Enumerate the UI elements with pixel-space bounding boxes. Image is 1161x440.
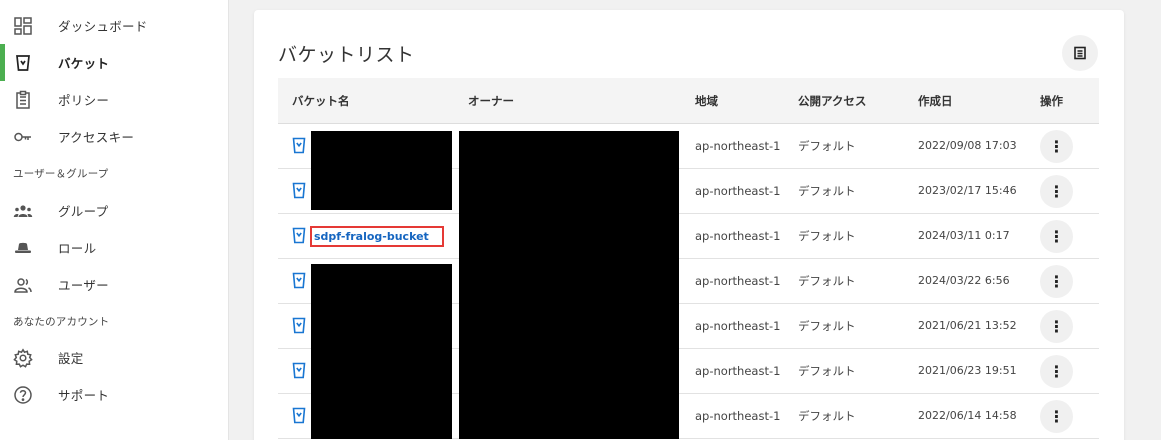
sidebar-item-label: グループ (58, 204, 109, 219)
column-header-owner[interactable]: オーナー (468, 78, 514, 124)
created-date-cell: 2024/03/22 6:56 (918, 274, 1010, 287)
row-actions-button[interactable]: ⋮ (1040, 355, 1073, 388)
sidebar-item-label: ユーザー (58, 278, 109, 293)
section-label-users: ユーザー＆グループ (13, 168, 109, 180)
sidebar-item-label: ロール (58, 241, 97, 256)
sidebar-item-label: ポリシー (58, 93, 110, 108)
bucket-icon (292, 317, 306, 334)
sidebar-item-policy[interactable]: ポリシー (0, 81, 229, 118)
dashboard-icon (12, 15, 34, 37)
region-cell: ap-northeast-1 (695, 139, 781, 153)
region-cell: ap-northeast-1 (695, 184, 781, 198)
column-header-bucket-name[interactable]: バケット名 (292, 78, 350, 124)
sidebar-item-support[interactable]: サポート (0, 376, 229, 413)
row-actions-button[interactable]: ⋮ (1040, 175, 1073, 208)
redacted-area (459, 131, 679, 439)
column-header-actions: 操作 (1040, 94, 1063, 108)
bucket-icon (292, 362, 306, 379)
more-vertical-icon: ⋮ (1048, 181, 1065, 201)
key-icon (12, 126, 34, 148)
created-date-cell: 2021/06/23 19:51 (918, 364, 1017, 377)
bucket-icon (292, 137, 306, 154)
column-toggle-button[interactable] (1062, 35, 1098, 71)
policy-icon (12, 89, 34, 111)
section-label-account: あなたのアカウント (13, 316, 110, 328)
help-icon (12, 384, 34, 406)
role-icon (12, 237, 34, 259)
created-date-cell: 2022/06/14 14:58 (918, 409, 1017, 422)
sidebar: ダッシュボード バケット ポリシー アクセスキー ユーザー＆グループ グループ … (0, 0, 229, 440)
more-vertical-icon: ⋮ (1048, 361, 1065, 381)
gear-icon (12, 347, 34, 369)
row-actions-button[interactable]: ⋮ (1040, 220, 1073, 253)
row-actions-button[interactable]: ⋮ (1040, 400, 1073, 433)
more-vertical-icon: ⋮ (1048, 271, 1065, 291)
sidebar-item-label: ダッシュボード (58, 19, 148, 34)
created-date-cell: 2021/06/21 13:52 (918, 319, 1017, 332)
table-row[interactable]: sdpf-fralog-bucket ap-northeast-1 デフォルト 202… (278, 214, 1099, 259)
sidebar-item-user[interactable]: ユーザー (0, 266, 229, 303)
redacted-area (311, 264, 452, 439)
sidebar-item-role[interactable]: ロール (0, 229, 229, 266)
sidebar-item-label: サポート (58, 388, 110, 403)
bucket-icon (12, 52, 34, 74)
region-cell: ap-northeast-1 (695, 319, 781, 333)
public-access-cell: デフォルト (798, 319, 856, 333)
sidebar-item-access-key[interactable]: アクセスキー (0, 118, 229, 155)
bucket-list-card: バケットリスト バケット名 オーナー 地域 公開アクセス 作成日 操作 ap-n… (254, 10, 1124, 440)
row-actions-button[interactable]: ⋮ (1040, 310, 1073, 343)
sidebar-item-dashboard[interactable]: ダッシュボード (0, 7, 229, 44)
public-access-cell: デフォルト (798, 364, 856, 378)
bucket-icon (292, 407, 306, 424)
sidebar-item-label: アクセスキー (58, 130, 135, 145)
row-actions-button[interactable]: ⋮ (1040, 130, 1073, 163)
sidebar-item-bucket[interactable]: バケット (0, 44, 229, 81)
created-date-cell: 2023/02/17 15:46 (918, 184, 1017, 197)
row-actions-button[interactable]: ⋮ (1040, 265, 1073, 298)
table-header: バケット名 オーナー 地域 公開アクセス 作成日 操作 (278, 78, 1099, 124)
public-access-cell: デフォルト (798, 184, 856, 198)
bucket-icon (292, 182, 306, 199)
sidebar-item-label: 設定 (58, 351, 84, 366)
list-icon (1074, 46, 1086, 60)
created-date-cell: 2024/03/11 0:17 (918, 229, 1010, 242)
created-date-cell: 2022/09/08 17:03 (918, 139, 1017, 152)
more-vertical-icon: ⋮ (1048, 136, 1065, 156)
bucket-icon (292, 227, 306, 244)
column-header-created[interactable]: 作成日 (918, 78, 953, 124)
public-access-cell: デフォルト (798, 139, 856, 153)
region-cell: ap-northeast-1 (695, 229, 781, 243)
more-vertical-icon: ⋮ (1048, 316, 1065, 336)
more-vertical-icon: ⋮ (1048, 406, 1065, 426)
redacted-area (311, 131, 452, 210)
user-icon (12, 274, 34, 296)
sidebar-item-label: バケット (58, 56, 110, 71)
region-cell: ap-northeast-1 (695, 364, 781, 378)
more-vertical-icon: ⋮ (1048, 226, 1065, 246)
public-access-cell: デフォルト (798, 409, 856, 423)
region-cell: ap-northeast-1 (695, 409, 781, 423)
column-header-public-access[interactable]: 公開アクセス (798, 78, 866, 124)
sidebar-item-group[interactable]: グループ (0, 192, 229, 229)
region-cell: ap-northeast-1 (695, 274, 781, 288)
bucket-icon (292, 272, 306, 289)
bucket-name-link[interactable]: sdpf-fralog-bucket (310, 226, 444, 247)
public-access-cell: デフォルト (798, 274, 856, 288)
group-icon (12, 200, 34, 222)
sidebar-item-settings[interactable]: 設定 (0, 339, 229, 376)
column-header-region[interactable]: 地域 (695, 78, 718, 124)
page-title: バケットリスト (278, 44, 415, 66)
public-access-cell: デフォルト (798, 229, 856, 243)
